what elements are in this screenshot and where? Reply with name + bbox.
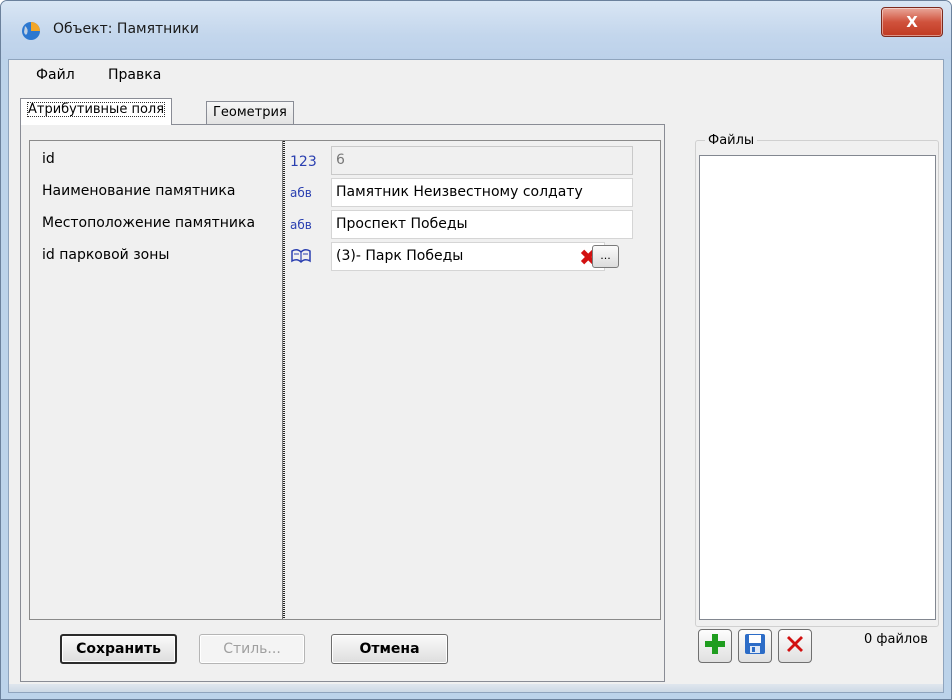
- close-button[interactable]: X: [881, 7, 943, 37]
- text-type-icon: абв: [290, 218, 312, 232]
- files-list[interactable]: [699, 155, 936, 620]
- files-count: 0 файлов: [864, 632, 928, 647]
- book-lookup-icon: [290, 247, 320, 268]
- dialog-window: Объект: Памятники X Файл Правка Атрибути…: [0, 0, 952, 700]
- monument-name-field[interactable]: Памятник Неизвестному солдату: [331, 178, 633, 207]
- tab-geometry-label: Геометрия: [213, 105, 287, 120]
- menu-edit[interactable]: Правка: [108, 67, 161, 83]
- save-file-button[interactable]: [738, 629, 772, 663]
- monument-location-field[interactable]: Проспект Победы: [331, 210, 633, 239]
- dialog-client-area: Файл Правка Атрибутивные поля Геометрия …: [8, 59, 944, 693]
- menu-bar: Файл Правка: [9, 60, 943, 90]
- app-globe-icon: [20, 20, 42, 42]
- delete-x-icon: [783, 632, 807, 660]
- close-icon: X: [906, 13, 918, 31]
- tab-attribute-fields[interactable]: Атрибутивные поля: [20, 98, 173, 125]
- menu-file[interactable]: Файл: [36, 67, 75, 83]
- tab-geometry[interactable]: Геометрия: [206, 101, 294, 125]
- text-type-icon: абв: [290, 186, 312, 200]
- delete-file-button[interactable]: [778, 629, 812, 663]
- column-splitter[interactable]: [282, 141, 285, 619]
- attribute-label-name: Наименование памятника: [42, 183, 236, 199]
- park-zone-field[interactable]: (3)- Парк Победы: [331, 242, 605, 271]
- title-bar[interactable]: Объект: Памятники X: [1, 1, 951, 59]
- save-button[interactable]: Сохранить: [60, 634, 177, 664]
- add-file-button[interactable]: [698, 629, 732, 663]
- property-grid: id Наименование памятника Местоположение…: [29, 140, 661, 620]
- id-field[interactable]: 6: [331, 146, 633, 175]
- plus-icon: [703, 632, 727, 660]
- lookup-browse-button[interactable]: ...: [592, 245, 619, 268]
- number-type-icon: 123: [290, 154, 317, 170]
- tab-attribute-fields-label: Атрибутивные поля: [27, 102, 166, 117]
- attribute-label-location: Местоположение памятника: [42, 215, 256, 231]
- cancel-button[interactable]: Отмена: [331, 634, 448, 664]
- files-group-title: Файлы: [705, 133, 758, 148]
- attribute-label-park-zone: id парковой зоны: [42, 247, 170, 263]
- window-title: Объект: Памятники: [53, 21, 199, 37]
- attribute-label-id: id: [42, 151, 55, 167]
- floppy-disk-icon: [743, 632, 767, 660]
- status-strip: [9, 684, 943, 692]
- style-button[interactable]: Стиль...: [199, 634, 305, 664]
